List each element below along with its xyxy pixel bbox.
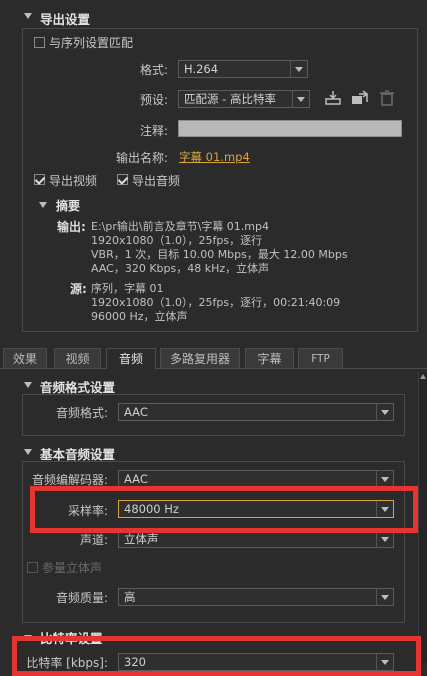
source-summary-line: 96000 Hz，立体声 xyxy=(91,310,188,323)
tab-captions[interactable]: 字幕 xyxy=(245,348,294,368)
audio-codec-value: AAC xyxy=(124,472,148,486)
save-preset-icon[interactable] xyxy=(324,90,342,106)
output-name-link[interactable]: 字幕 01.mp4 xyxy=(179,149,250,165)
collapse-triangle-icon[interactable] xyxy=(24,449,32,455)
collapse-triangle-icon[interactable] xyxy=(24,13,32,19)
chevron-down-icon xyxy=(295,67,303,72)
comment-input[interactable] xyxy=(178,120,402,137)
source-summary-label: 源: xyxy=(70,282,87,296)
delete-preset-icon[interactable] xyxy=(380,90,394,106)
parametric-stereo-checkbox[interactable] xyxy=(27,562,38,573)
export-audio-checkbox[interactable] xyxy=(117,174,128,185)
collapse-triangle-icon[interactable] xyxy=(39,202,47,208)
chevron-down-icon xyxy=(381,410,389,415)
tab-ftp[interactable]: FTP xyxy=(298,348,343,368)
vertical-scrollbar[interactable] xyxy=(418,372,427,663)
match-sequence-checkbox[interactable] xyxy=(34,37,45,48)
audio-format-value: AAC xyxy=(124,405,148,419)
tab-audio[interactable]: 音频 xyxy=(106,348,156,369)
highlight-box-sample-rate xyxy=(30,486,418,533)
import-preset-icon[interactable] xyxy=(351,90,369,106)
highlight-box-bitrate xyxy=(12,636,421,676)
chevron-down-icon xyxy=(381,477,389,482)
channels-label: 声道: xyxy=(79,533,108,547)
output-summary-line: AAC，320 Kbps，48 kHz，立体声 xyxy=(91,262,270,275)
audio-format-label: 音频格式: xyxy=(55,406,108,420)
audio-quality-value: 高 xyxy=(124,590,136,604)
output-summary-label: 输出: xyxy=(57,220,86,234)
output-name-label: 输出名称: xyxy=(115,151,168,165)
chevron-down-icon xyxy=(381,537,389,542)
preset-select[interactable]: 匹配源 - 高比特率 xyxy=(178,90,310,108)
tab-multiplexer[interactable]: 多路复用器 xyxy=(160,348,240,368)
audio-format-select[interactable]: AAC xyxy=(118,403,394,421)
summary-header: 摘要 xyxy=(56,199,81,213)
tab-video[interactable]: 视频 xyxy=(54,348,101,368)
scrollbar-up-arrow-icon[interactable] xyxy=(420,374,426,379)
preset-value: 匹配源 - 高比特率 xyxy=(184,92,276,106)
audio-quality-label: 音频质量: xyxy=(55,591,108,605)
export-audio-label: 导出音频 xyxy=(132,174,181,188)
format-value: H.264 xyxy=(184,62,219,76)
collapse-triangle-icon[interactable] xyxy=(24,382,32,388)
parametric-stereo-label: 参量立体声 xyxy=(42,561,103,575)
preset-label: 预设: xyxy=(139,93,168,107)
chevron-down-icon xyxy=(381,595,389,600)
format-select[interactable]: H.264 xyxy=(178,60,308,78)
chevron-down-icon xyxy=(297,97,305,102)
tab-effects[interactable]: 效果 xyxy=(3,348,47,368)
export-settings-header: 导出设置 xyxy=(40,12,91,27)
channels-value: 立体声 xyxy=(124,532,159,546)
format-label: 格式: xyxy=(139,63,168,77)
export-video-checkbox[interactable] xyxy=(34,174,45,185)
comment-label: 注释: xyxy=(139,124,168,138)
export-video-label: 导出视频 xyxy=(49,174,98,188)
audio-quality-select[interactable]: 高 xyxy=(118,588,394,606)
match-sequence-label: 与序列设置匹配 xyxy=(49,36,134,50)
